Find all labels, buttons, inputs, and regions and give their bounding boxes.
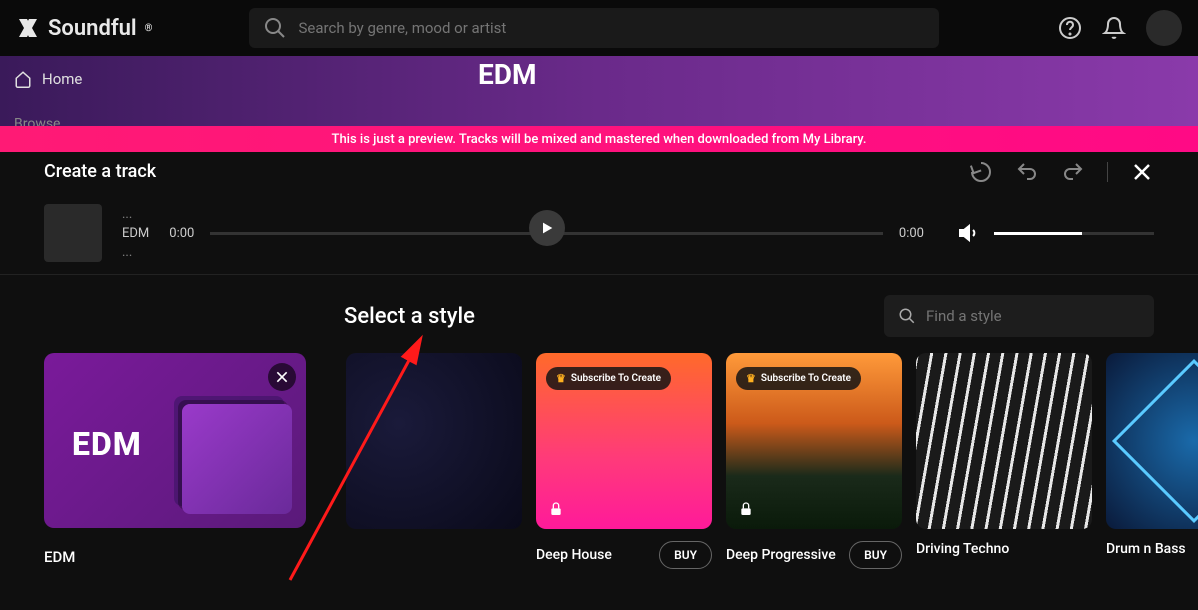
volume-icon[interactable]	[958, 221, 982, 245]
lock-icon	[738, 501, 754, 517]
style-tile[interactable]: ♛Subscribe To Create	[726, 353, 902, 529]
style-name: Deep Progressive	[726, 547, 836, 563]
track-line1: ...	[122, 207, 149, 222]
brand-logo[interactable]: Soundful ®	[16, 16, 153, 41]
undo-all-icon[interactable]	[969, 160, 993, 184]
topbar-actions	[1058, 10, 1182, 46]
progress-area: 0:00 0:00	[169, 226, 924, 241]
top-bar: Soundful ®	[0, 0, 1198, 56]
player-row: ... EDM ... 0:00 0:00	[0, 192, 1198, 275]
category-inner-art	[182, 404, 292, 514]
play-button[interactable]	[529, 210, 565, 246]
style-tile[interactable]	[346, 353, 522, 529]
sidebar-home-label: Home	[42, 70, 82, 88]
category-label: EDM	[44, 548, 306, 566]
avatar[interactable]	[1146, 10, 1182, 46]
search-input[interactable]	[299, 19, 925, 37]
hero-title: EDM	[478, 58, 536, 91]
search-box[interactable]	[249, 8, 939, 48]
volume-slider[interactable]	[994, 232, 1154, 235]
style-card-driving-techno: Driving Techno	[916, 353, 1092, 557]
home-icon	[14, 70, 32, 88]
subscribe-badge[interactable]: ♛Subscribe To Create	[736, 367, 861, 390]
time-end: 0:00	[899, 226, 924, 241]
track-line3: ...	[122, 245, 149, 260]
style-name: Driving Techno	[916, 541, 1009, 557]
background-hero	[0, 56, 1198, 126]
undo-icon[interactable]	[1015, 160, 1039, 184]
progress-bar[interactable]	[210, 232, 883, 235]
panel-header: Create a track	[0, 152, 1198, 192]
select-style-title: Select a style	[344, 304, 475, 329]
time-start: 0:00	[169, 226, 194, 241]
brand-name: Soundful	[48, 16, 137, 41]
category-card: EDM EDM	[44, 353, 306, 566]
styles-row: EDM EDM ♛Subscribe To Create Deep House …	[44, 353, 1154, 569]
sidebar-item-home[interactable]: Home	[14, 70, 82, 88]
help-icon[interactable]	[1058, 16, 1082, 40]
panel-actions	[969, 160, 1154, 184]
search-container	[249, 8, 939, 48]
track-meta: ... EDM ...	[122, 207, 149, 260]
buy-button[interactable]: BUY	[849, 541, 902, 569]
style-card-drum-n-bass: Drum n Bass	[1106, 353, 1198, 557]
style-name: Drum n Bass	[1106, 541, 1186, 557]
registered-mark: ®	[145, 23, 153, 34]
style-tile[interactable]	[1106, 353, 1198, 529]
subscribe-badge[interactable]: ♛Subscribe To Create	[546, 367, 671, 390]
search-icon	[898, 307, 916, 325]
buy-button[interactable]: BUY	[659, 541, 712, 569]
style-name: Deep House	[536, 547, 612, 563]
style-card-deep-house: ♛Subscribe To Create Deep House BUY	[536, 353, 712, 569]
style-card	[346, 353, 522, 529]
search-icon	[263, 16, 287, 40]
styles-section: Select a style EDM EDM	[0, 275, 1198, 569]
lock-icon	[548, 501, 564, 517]
track-thumbnail[interactable]	[44, 204, 102, 262]
panel-title: Create a track	[44, 161, 156, 182]
find-style-box[interactable]	[884, 295, 1154, 337]
bell-icon[interactable]	[1102, 16, 1126, 40]
brand-mark-icon	[16, 16, 40, 40]
crown-icon: ♛	[556, 372, 566, 385]
crown-icon: ♛	[746, 372, 756, 385]
style-tile[interactable]: ♛Subscribe To Create	[536, 353, 712, 529]
category-tile[interactable]: EDM	[44, 353, 306, 528]
divider	[1107, 162, 1108, 182]
redo-icon[interactable]	[1061, 160, 1085, 184]
create-track-panel: Create a track ... EDM ... 0:00 0:00	[0, 152, 1198, 610]
volume-area	[958, 221, 1154, 245]
style-tile[interactable]	[916, 353, 1092, 529]
category-logo: EDM	[72, 425, 142, 463]
preview-banner: This is just a preview. Tracks will be m…	[0, 126, 1198, 152]
styles-header: Select a style	[44, 295, 1154, 337]
close-icon[interactable]	[1130, 160, 1154, 184]
preview-banner-text: This is just a preview. Tracks will be m…	[332, 132, 867, 147]
track-genre: EDM	[122, 226, 149, 241]
style-card-deep-progressive: ♛Subscribe To Create Deep Progressive BU…	[726, 353, 902, 569]
category-close-button[interactable]	[268, 363, 296, 391]
find-style-input[interactable]	[926, 307, 1140, 325]
